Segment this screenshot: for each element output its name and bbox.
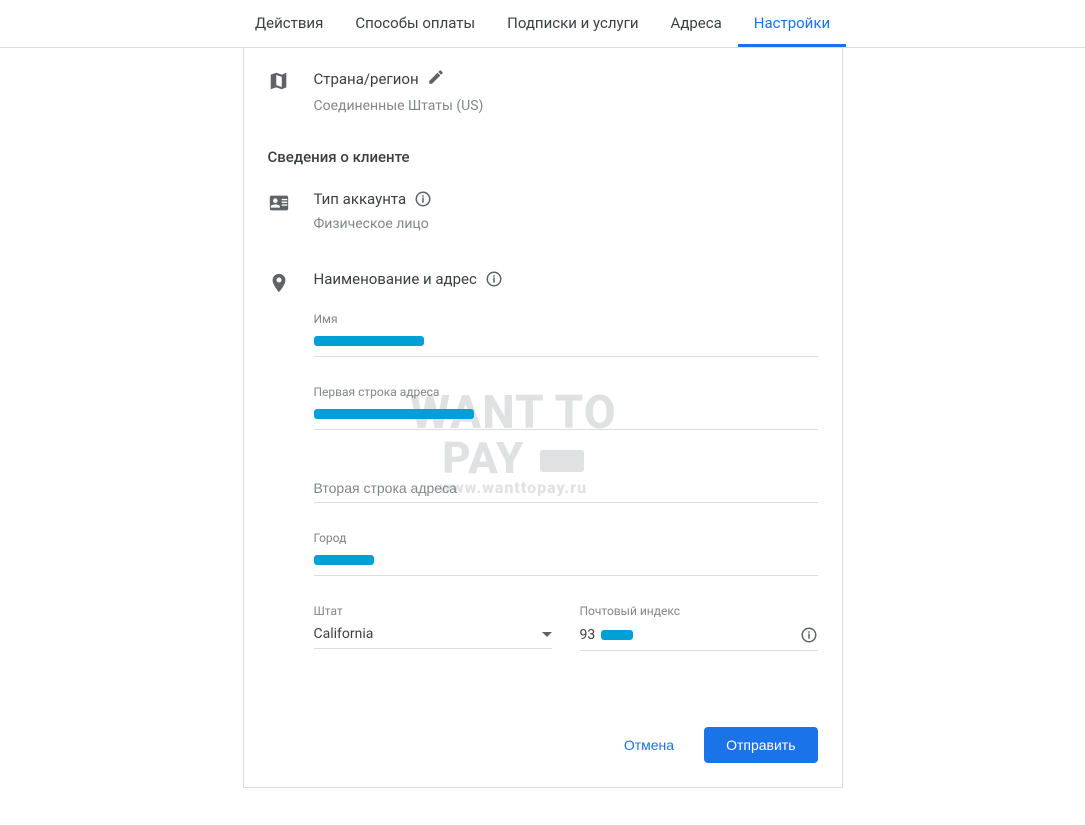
name-address-row: Наименование и адрес — [268, 270, 818, 298]
name-label: Имя — [314, 312, 818, 326]
address-line1-field[interactable]: Первая строка адреса — [314, 385, 818, 430]
country-region-title: Страна/регион — [314, 70, 419, 88]
submit-button[interactable]: Отправить — [704, 727, 817, 763]
info-icon[interactable] — [800, 626, 818, 644]
map-icon — [268, 68, 314, 114]
address-form: Имя Первая строка адреса Город Штат — [314, 312, 818, 679]
account-type-value: Физическое лицо — [314, 216, 818, 232]
zip-redacted — [601, 630, 633, 640]
address-line1-value-redacted — [314, 403, 818, 430]
tab-addresses[interactable]: Адреса — [655, 0, 738, 47]
state-select[interactable]: California — [314, 622, 552, 649]
pencil-icon[interactable] — [427, 68, 445, 90]
info-icon[interactable] — [485, 270, 503, 288]
country-region-row: Страна/регион Соединенные Штаты (US) — [268, 68, 818, 114]
name-value-redacted — [314, 330, 818, 357]
tab-actions[interactable]: Действия — [239, 0, 339, 47]
address-line2-input[interactable] — [314, 476, 818, 503]
tab-subscriptions[interactable]: Подписки и услуги — [491, 0, 654, 47]
chevron-down-icon — [542, 632, 552, 637]
account-type-title: Тип аккаунта — [314, 190, 407, 208]
cancel-button[interactable]: Отмена — [610, 727, 688, 763]
id-card-icon — [268, 190, 314, 232]
address-line1-label: Первая строка адреса — [314, 385, 818, 399]
location-pin-icon — [268, 270, 314, 298]
customer-info-heading: Сведения о клиенте — [268, 148, 818, 166]
zip-label: Почтовый индекс — [580, 604, 818, 618]
city-field[interactable]: Город — [314, 531, 818, 576]
info-icon[interactable] — [414, 190, 432, 208]
tab-settings[interactable]: Настройки — [738, 0, 846, 47]
state-label: Штат — [314, 604, 552, 618]
settings-panel: Страна/регион Соединенные Штаты (US) Све… — [243, 48, 843, 788]
account-type-row: Тип аккаунта Физическое лицо — [268, 190, 818, 232]
city-value-redacted — [314, 549, 818, 576]
state-field[interactable]: Штат California — [314, 604, 552, 651]
zip-field[interactable]: Почтовый индекс 93 — [580, 604, 818, 651]
tab-payment-methods[interactable]: Способы оплаты — [339, 0, 491, 47]
state-value: California — [314, 626, 374, 642]
address-line2-field[interactable] — [314, 476, 818, 503]
country-region-value: Соединенные Штаты (US) — [314, 98, 818, 114]
nav-tabs: Действия Способы оплаты Подписки и услуг… — [0, 0, 1085, 48]
city-label: Город — [314, 531, 818, 545]
name-field[interactable]: Имя — [314, 312, 818, 357]
form-actions: Отмена Отправить — [268, 727, 818, 763]
zip-prefix: 93 — [580, 627, 596, 643]
name-address-title: Наименование и адрес — [314, 270, 477, 288]
zip-input[interactable]: 93 — [580, 622, 818, 651]
